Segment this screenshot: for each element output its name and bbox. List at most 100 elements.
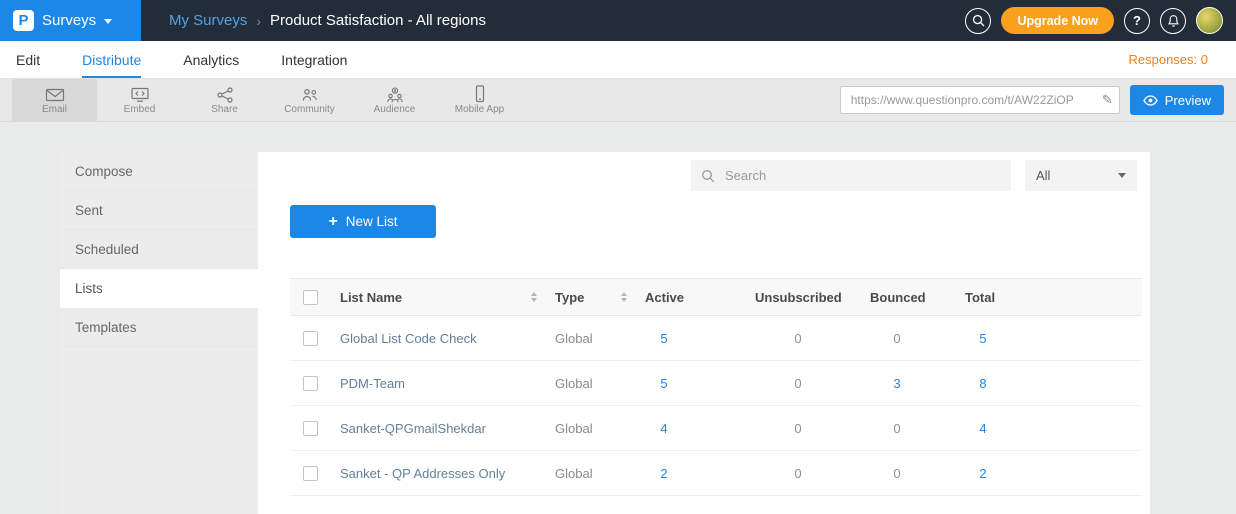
sidebar-item-sent[interactable]: Sent (60, 191, 258, 230)
toolbar-item-mobile-app[interactable]: Mobile App (437, 79, 522, 121)
total-count[interactable]: 8 (965, 376, 1001, 391)
search-button[interactable] (965, 8, 991, 34)
main-area: Compose Sent Scheduled Lists Templates A… (0, 122, 1236, 514)
lists-table: List Name Type Active Unsubscribed Bounc… (290, 278, 1142, 496)
chevron-down-icon (1118, 173, 1126, 178)
logo-letter: P (18, 13, 28, 28)
active-count[interactable]: 5 (645, 331, 683, 346)
column-header-active: Active (645, 290, 755, 305)
embed-icon (130, 85, 150, 103)
email-icon (45, 85, 65, 103)
toolbar-item-email[interactable]: Email (12, 79, 97, 121)
toolbar-item-share[interactable]: Share (182, 79, 267, 121)
active-count[interactable]: 5 (645, 376, 683, 391)
surveys-product-menu[interactable]: P Surveys (0, 0, 141, 41)
list-name-link[interactable]: Global List Code Check (340, 331, 477, 346)
breadcrumb: My Surveys › Product Satisfaction - All … (169, 12, 486, 29)
table-row: Global List Code Check Global 5 0 0 5 (290, 316, 1142, 361)
preview-label: Preview (1165, 93, 1211, 108)
list-name-link[interactable]: Sanket - QP Addresses Only (340, 466, 505, 481)
tab-edit[interactable]: Edit (16, 41, 40, 78)
topbar-actions: Upgrade Now ? (965, 7, 1236, 34)
breadcrumb-my-surveys[interactable]: My Surveys (169, 12, 247, 29)
tab-integration[interactable]: Integration (281, 41, 347, 78)
toolbar-item-community[interactable]: Community (267, 79, 352, 121)
column-header-total: Total (965, 290, 1142, 305)
toolbar-item-label: Audience (374, 105, 416, 115)
column-header-type[interactable]: Type (555, 290, 645, 305)
toolbar-item-label: Email (42, 105, 67, 115)
notifications-button[interactable] (1160, 8, 1186, 34)
column-header-unsubscribed: Unsubscribed (755, 290, 870, 305)
bounced-count[interactable]: 3 (870, 376, 924, 391)
plus-icon: + (328, 214, 337, 230)
row-checkbox[interactable] (303, 466, 318, 481)
bell-icon (1167, 14, 1180, 28)
column-header-list-name[interactable]: List Name (340, 290, 555, 305)
total-count[interactable]: 4 (965, 421, 1001, 436)
sort-icon (621, 292, 627, 302)
community-icon (300, 85, 320, 103)
responses-count: Responses: 0 (1129, 52, 1221, 67)
distribute-toolbar: Email Embed Share Community Audience Mob… (0, 79, 1236, 122)
list-type-filter[interactable]: All (1025, 160, 1137, 191)
sidebar-item-compose[interactable]: Compose (60, 152, 258, 191)
questionpro-logo-icon: P (13, 10, 34, 31)
preview-button[interactable]: Preview (1130, 85, 1224, 115)
page-title: Product Satisfaction - All regions (270, 12, 486, 29)
sidebar-item-lists[interactable]: Lists (60, 269, 258, 308)
search-icon (972, 14, 985, 27)
toolbar-item-label: Embed (124, 105, 156, 115)
user-avatar[interactable] (1196, 7, 1223, 34)
total-count[interactable]: 5 (965, 331, 1001, 346)
sidebar-item-scheduled[interactable]: Scheduled (60, 230, 258, 269)
filter-selected-value: All (1036, 168, 1050, 183)
bounced-count: 0 (870, 421, 924, 436)
survey-url-input[interactable] (849, 92, 1095, 108)
list-filters: All (258, 152, 1150, 191)
toolbar-item-embed[interactable]: Embed (97, 79, 182, 121)
toolbar-item-label: Community (284, 105, 335, 115)
top-bar: P Surveys My Surveys › Product Satisfact… (0, 0, 1236, 41)
row-checkbox[interactable] (303, 421, 318, 436)
search-icon (701, 169, 715, 183)
survey-url-box: ✎ (840, 86, 1120, 114)
table-header-row: List Name Type Active Unsubscribed Bounc… (290, 278, 1142, 316)
breadcrumb-separator: › (256, 13, 261, 29)
new-list-label: New List (346, 214, 398, 229)
list-name-link[interactable]: PDM-Team (340, 376, 405, 391)
mobile-app-icon (474, 85, 486, 103)
toolbar-item-audience[interactable]: Audience (352, 79, 437, 121)
toolbar-item-label: Share (211, 105, 238, 115)
new-list-button[interactable]: + New List (290, 205, 436, 238)
unsubscribed-count: 0 (755, 421, 841, 436)
unsubscribed-count: 0 (755, 331, 841, 346)
survey-tabs: Edit Distribute Analytics Integration Re… (0, 41, 1236, 79)
tab-analytics[interactable]: Analytics (183, 41, 239, 78)
select-all-checkbox[interactable] (303, 290, 318, 305)
list-search-input[interactable] (723, 167, 1001, 184)
active-count[interactable]: 2 (645, 466, 683, 481)
tab-distribute[interactable]: Distribute (82, 41, 141, 78)
list-type: Global (555, 376, 645, 391)
sidebar-item-templates[interactable]: Templates (60, 308, 258, 347)
bounced-count: 0 (870, 466, 924, 481)
share-icon (216, 85, 234, 103)
upgrade-now-button[interactable]: Upgrade Now (1001, 7, 1114, 34)
eye-icon (1143, 95, 1158, 106)
list-name-link[interactable]: Sanket-QPGmailShekdar (340, 421, 486, 436)
active-count[interactable]: 4 (645, 421, 683, 436)
total-count[interactable]: 2 (965, 466, 1001, 481)
table-row: Sanket-QPGmailShekdar Global 4 0 0 4 (290, 406, 1142, 451)
bounced-count: 0 (870, 331, 924, 346)
unsubscribed-count: 0 (755, 466, 841, 481)
row-checkbox[interactable] (303, 331, 318, 346)
list-type: Global (555, 421, 645, 436)
audience-icon (385, 85, 405, 103)
edit-url-pencil-icon[interactable]: ✎ (1102, 92, 1113, 108)
chevron-down-icon (104, 19, 112, 24)
table-row: Sanket - QP Addresses Only Global 2 0 0 … (290, 451, 1142, 496)
row-checkbox[interactable] (303, 376, 318, 391)
lists-panel: All + New List List Name Type Active Uns (258, 152, 1150, 514)
help-button[interactable]: ? (1124, 8, 1150, 34)
